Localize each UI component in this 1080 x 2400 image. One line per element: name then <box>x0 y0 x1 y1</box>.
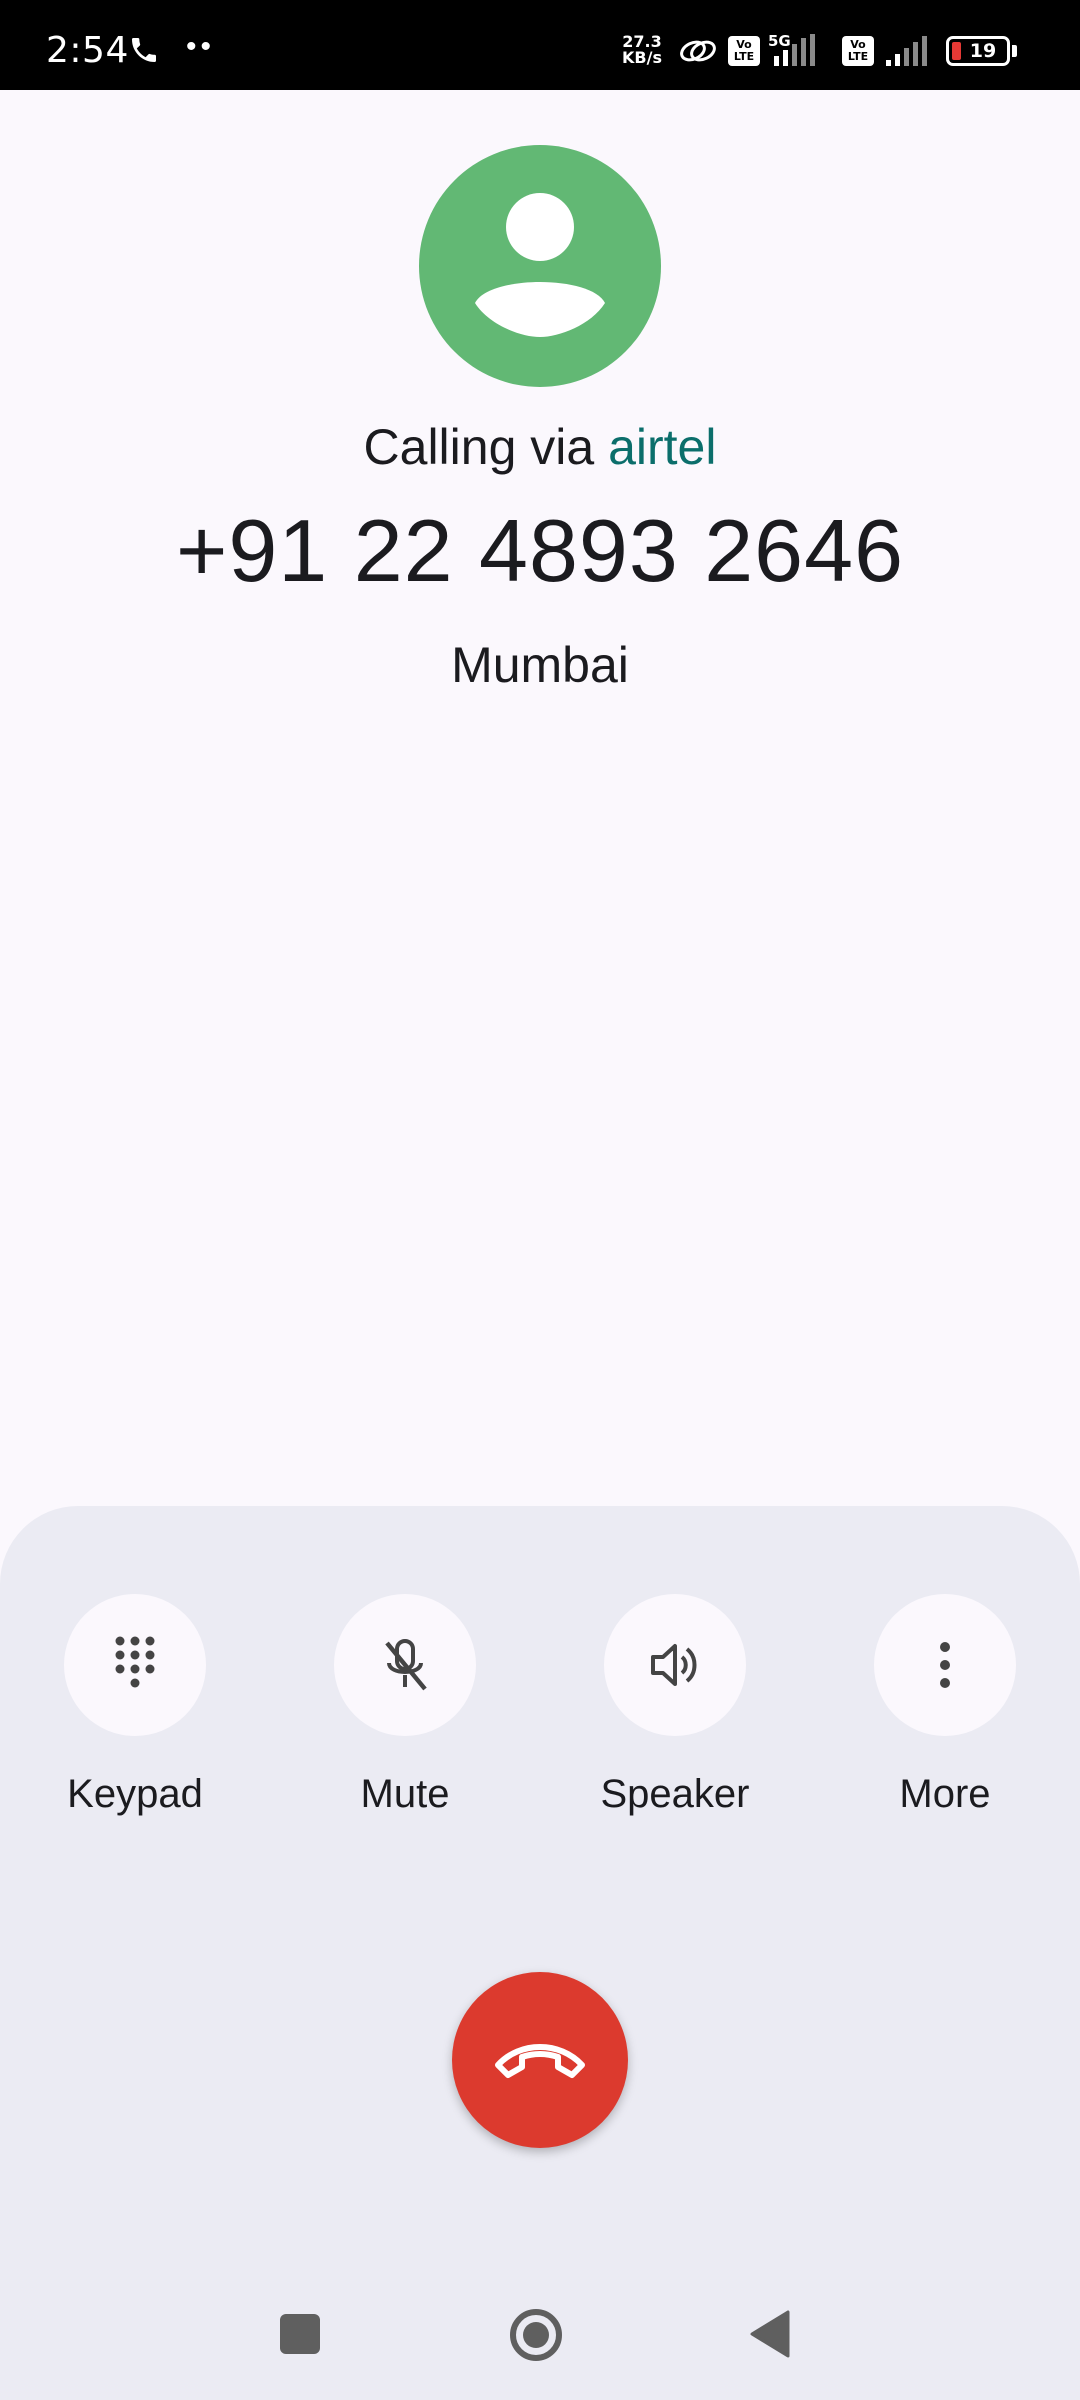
speaker-button-circle[interactable] <box>604 1594 746 1736</box>
dialpad-icon <box>115 1636 155 1688</box>
keypad-button-circle[interactable] <box>64 1594 206 1736</box>
phone-number: +91 22 4893 2646 <box>175 501 905 600</box>
mic-off-icon <box>385 1639 427 1691</box>
caller-location: Mumbai <box>451 637 629 693</box>
speaker-icon <box>651 1644 697 1686</box>
mute-button-circle[interactable] <box>334 1594 476 1736</box>
battery-icon: 19 <box>946 36 1010 66</box>
calling-via-text: Calling via airtel <box>0 418 1080 476</box>
status-time: 2:54 <box>46 30 129 71</box>
network-speed: 27.3 KB/s <box>616 34 668 66</box>
recents-square-icon[interactable] <box>280 2314 320 2354</box>
carrier-name: airtel <box>608 419 717 475</box>
back-triangle-icon[interactable] <box>748 2310 790 2358</box>
status-icons: 27.3 KB/s Vo LTE 5G Vo LTE 19 <box>580 0 1080 90</box>
status-bar: 2:54 •• 27.3 KB/s Vo LTE 5G Vo LTE 19 <box>0 0 1080 90</box>
more-button[interactable]: More <box>845 1594 1045 1834</box>
keypad-label: Keypad <box>67 1772 203 1816</box>
in-call-screen: 2:54 •• 27.3 KB/s Vo LTE 5G Vo LTE 19 Ca… <box>0 0 1080 2400</box>
more-vert-icon <box>940 1642 950 1688</box>
notification-dots: •• <box>186 30 216 63</box>
speaker-button[interactable]: Speaker <box>575 1594 775 1834</box>
mute-label: Mute <box>360 1772 450 1816</box>
keypad-button[interactable]: Keypad <box>35 1594 235 1834</box>
mute-button[interactable]: Mute <box>305 1594 505 1834</box>
battery-level: 19 <box>969 40 997 62</box>
volte-2-icon: Vo LTE <box>842 36 874 66</box>
contact-avatar <box>419 145 661 387</box>
speaker-label: Speaker <box>600 1772 750 1816</box>
network-speed-unit: KB/s <box>622 48 662 67</box>
call-end-icon <box>495 2044 585 2078</box>
more-button-circle[interactable] <box>874 1594 1016 1736</box>
hotspot-link-icon <box>680 40 716 62</box>
signal-2-icon <box>886 36 927 66</box>
calling-via-prefix: Calling via <box>363 419 609 475</box>
home-circle-icon[interactable] <box>508 2307 564 2363</box>
signal-1-icon <box>774 34 815 66</box>
volte-1-icon: Vo LTE <box>728 36 760 66</box>
ongoing-call-icon <box>132 38 156 62</box>
end-call-button[interactable] <box>452 1972 628 2148</box>
more-label: More <box>899 1772 991 1816</box>
person-icon <box>475 193 605 337</box>
